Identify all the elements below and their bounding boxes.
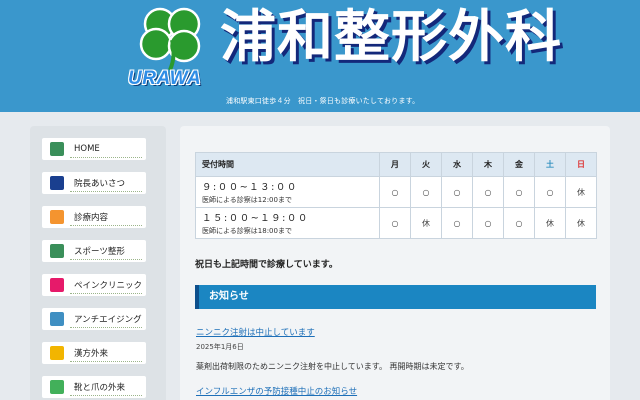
hours-cell: ○: [410, 176, 442, 208]
main-content: 受付時間 月 火 水 木 金 土 日 ９:００~１３:００ 医師による診察は12…: [180, 126, 610, 400]
sidebar-item-label: 院長あいさつ: [74, 179, 126, 189]
sidebar-item-sports[interactable]: スポーツ整形: [42, 240, 146, 262]
sidebar-item-label: 漢方外来: [74, 349, 109, 359]
sidebar-item-label: 診療内容: [74, 213, 109, 223]
hours-cell: ○: [534, 176, 566, 208]
sidebar-nav: HOME 院長あいさつ 診療内容 スポーツ整形 ペインクリニック アンチエイジン…: [30, 126, 166, 400]
clover-icon[interactable]: [132, 4, 212, 72]
sidebar-item-pain-clinic[interactable]: ペインクリニック: [42, 274, 146, 296]
nav-marker-icon: [50, 380, 64, 394]
sidebar-item-label: HOME: [74, 144, 100, 154]
day-sat: 土: [534, 152, 566, 177]
site-header: URAWA 浦和整形外科 浦和駅東口徒歩４分 祝日・祭日も診療いたしております。: [0, 0, 640, 112]
table-row: １５:００~１９:００ 医師による診察は18:00まで ○ 休 ○ ○ ○ 休 …: [195, 207, 597, 239]
news-date: 2025年1月6日: [196, 343, 244, 351]
time-slot-cell: ９:００~１３:００ 医師による診察は12:00まで: [195, 176, 380, 208]
sidebar-item-label: 靴と爪の外来: [74, 383, 126, 393]
hours-cell-closed: 休: [534, 207, 566, 239]
hours-cell: ○: [503, 176, 535, 208]
header-subtitle: 浦和駅東口徒歩４分 祝日・祭日も診療いたしております。: [226, 97, 420, 105]
sidebar-item-foot-nail[interactable]: 靴と爪の外来: [42, 376, 146, 398]
hours-cell: ○: [379, 176, 411, 208]
sidebar-item-services[interactable]: 診療内容: [42, 206, 146, 228]
news-link[interactable]: インフルエンザの予防接種中止のお知らせ: [196, 385, 357, 397]
hours-cell: ○: [472, 176, 504, 208]
hours-cell-closed: 休: [410, 207, 442, 239]
sidebar-item-label: アンチエイジング: [74, 315, 142, 325]
day-wed: 水: [441, 152, 473, 177]
day-mon: 月: [379, 152, 411, 177]
hours-cell: ○: [441, 207, 473, 239]
slot-note: 医師による診察は18:00まで: [202, 227, 292, 235]
nav-marker-icon: [50, 210, 64, 224]
hours-cell: ○: [379, 207, 411, 239]
day-tue: 火: [410, 152, 442, 177]
sidebar-item-greeting[interactable]: 院長あいさつ: [42, 172, 146, 194]
hours-cell: ○: [503, 207, 535, 239]
hours-cell-closed: 休: [565, 207, 597, 239]
hours-table: 受付時間 月 火 水 木 金 土 日 ９:００~１３:００ 医師による診察は12…: [195, 152, 597, 239]
news-body: 薬剤出荷制限のためニンニク注射を中止しています。 再開時期は未定です。: [196, 362, 469, 371]
day-sun: 日: [565, 152, 597, 177]
sidebar-item-kampo[interactable]: 漢方外来: [42, 342, 146, 364]
hours-cell-closed: 休: [565, 176, 597, 208]
nav-marker-icon: [50, 278, 64, 292]
hours-header-row: 受付時間 月 火 水 木 金 土 日: [195, 152, 597, 177]
slot-time: １５:００~１９:００: [202, 213, 309, 224]
slot-note: 医師による診察は12:00まで: [202, 196, 292, 204]
day-thu: 木: [472, 152, 504, 177]
table-row: ９:００~１３:００ 医師による診察は12:00まで ○ ○ ○ ○ ○ ○ 休: [195, 176, 597, 208]
nav-marker-icon: [50, 142, 64, 156]
time-slot-cell: １５:００~１９:００ 医師による診察は18:00まで: [195, 207, 380, 239]
sidebar-item-label: スポーツ整形: [74, 247, 125, 257]
site-title[interactable]: 浦和整形外科: [220, 2, 562, 74]
nav-marker-icon: [50, 244, 64, 258]
sidebar-item-anti-aging[interactable]: アンチエイジング: [42, 308, 146, 330]
news-heading: お知らせ: [195, 285, 596, 309]
hours-header-label: 受付時間: [195, 152, 380, 177]
slot-time: ９:００~１３:００: [202, 182, 298, 193]
nav-marker-icon: [50, 176, 64, 190]
nav-marker-icon: [50, 346, 64, 360]
nav-marker-icon: [50, 312, 64, 326]
holiday-note: 祝日も上記時間で診療しています。: [195, 260, 338, 270]
sidebar-item-label: ペインクリニック: [74, 281, 143, 291]
day-fri: 金: [503, 152, 535, 177]
sidebar-item-home[interactable]: HOME: [42, 138, 146, 160]
hours-cell: ○: [441, 176, 473, 208]
hours-cell: ○: [472, 207, 504, 239]
logo-text[interactable]: URAWA: [128, 68, 212, 90]
news-link[interactable]: ニンニク注射は中止しています: [196, 326, 315, 338]
